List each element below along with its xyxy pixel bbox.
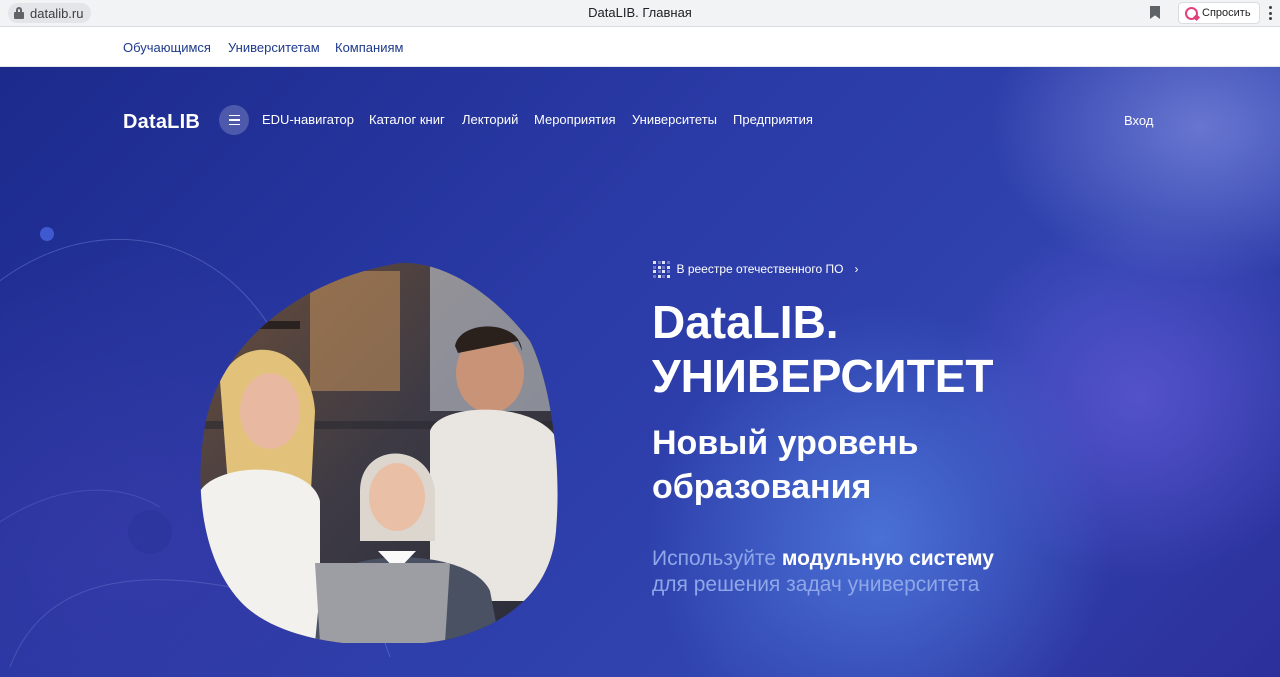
hero-description-line2: для решения задач университета <box>652 573 980 596</box>
nav-universities[interactable]: Университеты <box>632 112 717 127</box>
hero-description-bold: модульную систему <box>781 547 994 570</box>
audience-bar: Обучающимся Университетам Компаниям <box>0 28 1280 67</box>
audience-link-universities[interactable]: Университетам <box>228 40 320 55</box>
nav-lectures[interactable]: Лекторий <box>462 112 518 127</box>
chevron-right-icon: › <box>854 262 859 277</box>
hero-description-part1: Используйте <box>652 547 782 570</box>
hero-description: Используйте модульную систему для решени… <box>652 546 994 598</box>
dots-grid-icon <box>653 261 670 278</box>
page-title: DataLIB. Главная <box>588 5 692 20</box>
nav-edu-navigator[interactable]: EDU-навигатор <box>262 112 354 127</box>
hamburger-icon[interactable] <box>219 105 249 135</box>
address-bar[interactable]: datalib.ru <box>8 3 92 23</box>
audience-link-students[interactable]: Обучающимся <box>123 40 211 55</box>
nav-book-catalog[interactable]: Каталог книг <box>369 112 445 127</box>
orbit-decoration <box>0 227 391 668</box>
nav-enterprises[interactable]: Предприятия <box>733 112 813 127</box>
ask-icon <box>1185 6 1198 20</box>
registry-badge[interactable]: В реестре отечественного ПО › <box>653 261 858 278</box>
hero-subtitle: Новый уровень образования <box>652 421 918 509</box>
url-text: datalib.ru <box>30 5 84 21</box>
registry-badge-label: В реестре отечественного ПО <box>676 262 844 277</box>
bookmark-icon[interactable] <box>1150 6 1160 19</box>
hero-subtitle-line2: образования <box>652 468 872 506</box>
hero-subtitle-line1: Новый уровень <box>652 424 919 462</box>
hero-photo <box>200 262 558 643</box>
lock-icon <box>14 7 24 19</box>
hero-title-line1: DataLIB. <box>652 296 839 348</box>
login-link[interactable]: Вход <box>1124 113 1153 128</box>
nav-events[interactable]: Мероприятия <box>534 112 616 127</box>
browser-toolbar: datalib.ru DataLIB. Главная Спросить <box>0 0 1280 27</box>
hero-title-line2: УНИВЕРСИТЕТ <box>652 350 994 402</box>
logo[interactable]: DataLIB <box>123 111 200 134</box>
kebab-menu-icon[interactable] <box>1268 6 1272 20</box>
ask-button[interactable]: Спросить <box>1178 2 1260 24</box>
ask-label: Спросить <box>1202 7 1251 19</box>
hero-section: DataLIB EDU-навигатор Каталог книг Лекто… <box>0 67 1280 677</box>
hero-title: DataLIB. УНИВЕРСИТЕТ <box>652 295 994 403</box>
audience-link-companies[interactable]: Компаниям <box>335 40 403 55</box>
